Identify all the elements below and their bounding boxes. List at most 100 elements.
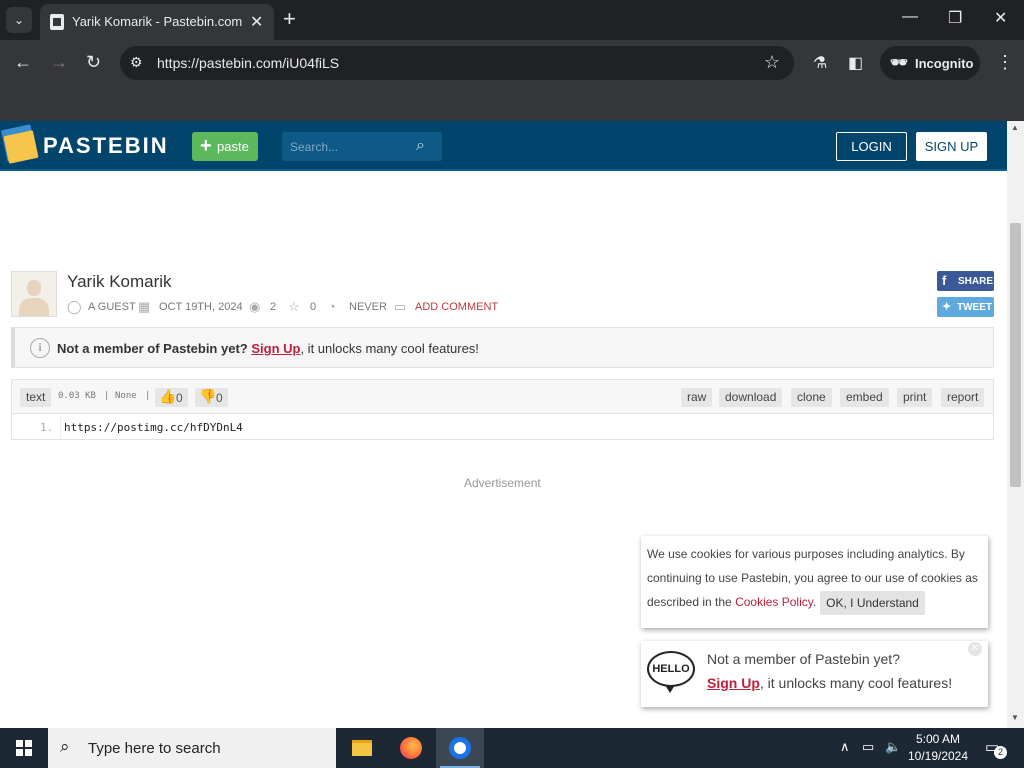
minimize-icon[interactable]: —: [902, 8, 918, 26]
taskbar-search[interactable]: ⌕ Type here to search: [48, 728, 336, 768]
folder-icon: [352, 740, 372, 756]
download-button[interactable]: download: [719, 388, 783, 407]
user-icon: ◯: [67, 299, 82, 314]
syntax-badge[interactable]: text: [20, 388, 52, 407]
tab-title: Yarik Komarik - Pastebin.com: [72, 14, 243, 29]
login-button[interactable]: LOGIN: [836, 132, 907, 161]
popup-signup-link[interactable]: Sign Up: [707, 675, 760, 691]
clone-button[interactable]: clone: [791, 388, 832, 407]
browser-toolbar: ← → ↻ ⚙ https://pastebin.com/iU04fiLS ☆ …: [0, 40, 1024, 86]
scroll-down-icon[interactable]: ▼: [1011, 713, 1019, 722]
expiry: NEVER: [349, 301, 387, 313]
code-text[interactable]: https://postimg.cc/hfDYDnL4: [64, 421, 243, 434]
info-icon: i: [30, 338, 50, 358]
code-line: 1. https://postimg.cc/hfDYDnL4: [12, 415, 993, 439]
notification-badge: 2: [994, 746, 1007, 759]
bookmark-star-icon[interactable]: ☆: [764, 52, 780, 73]
windows-start-icon[interactable]: [16, 740, 32, 756]
code-toolbar: text 0.03 KB | None | 👍 0 👎 0 raw downlo…: [12, 380, 993, 414]
paste-title: Yarik Komarik: [67, 272, 172, 291]
pastebin-favicon-icon: [50, 14, 64, 30]
print-button[interactable]: print: [897, 388, 933, 407]
add-comment-link[interactable]: ADD COMMENT: [415, 301, 498, 313]
member-notice: i Not a member of Pastebin yet? Sign Up,…: [11, 327, 994, 368]
file-explorer-button[interactable]: [338, 728, 386, 768]
new-tab-button[interactable]: +: [283, 7, 296, 31]
thumbs-down-icon: 👎: [199, 388, 217, 404]
twitter-bird-icon: ✦: [942, 301, 952, 313]
notice-bold: Not a member of Pastebin yet?: [57, 341, 248, 356]
browser-tab-bar: ⌄ Yarik Komarik - Pastebin.com ✕ + — ❐ ✕: [0, 0, 1024, 40]
search-icon[interactable]: ⌕: [416, 137, 425, 155]
back-icon[interactable]: ←: [14, 52, 32, 73]
pastebin-logo-icon[interactable]: [1, 124, 39, 165]
incognito-indicator[interactable]: 🕶 Incognito: [880, 46, 980, 80]
address-bar[interactable]: ⚙ https://pastebin.com/iU04fiLS ☆: [120, 46, 794, 80]
system-clock[interactable]: 5:00 AM 10/19/2024: [905, 731, 971, 765]
search-icon: ⌕: [60, 737, 70, 756]
browser-tab[interactable]: Yarik Komarik - Pastebin.com ✕: [40, 4, 274, 40]
code-box: text 0.03 KB | None | 👍 0 👎 0 raw downlo…: [11, 379, 994, 440]
line-number: 1.: [40, 421, 54, 434]
avatar: [11, 271, 57, 317]
notice-signup-link[interactable]: Sign Up: [251, 341, 300, 356]
like-button[interactable]: 👍 0: [155, 388, 188, 407]
popup-close-icon[interactable]: ✕: [968, 642, 982, 656]
report-button[interactable]: report: [941, 388, 985, 407]
forward-icon[interactable]: →: [50, 52, 68, 73]
popup-line: Not a member of Pastebin yet?: [707, 651, 900, 667]
tray-chevron-icon[interactable]: ∧: [840, 739, 850, 755]
network-icon[interactable]: ▭: [862, 739, 874, 755]
notification-center-icon[interactable]: ▭ 2: [985, 738, 1007, 759]
author[interactable]: A GUEST: [88, 301, 136, 313]
calendar-icon: ▦: [138, 299, 151, 314]
windows-taskbar: ⌕ Type here to search ∧ ▭ 🔈 5:00 AM 10/1…: [0, 728, 1024, 768]
url-text[interactable]: https://pastebin.com/iU04fiLS: [157, 55, 339, 71]
facebook-share-button[interactable]: f SHARE: [937, 271, 994, 291]
comment-icon: ▭: [394, 299, 407, 314]
paste-date: OCT 19TH, 2024: [159, 301, 243, 313]
paste-size: 0.03 KB: [58, 391, 96, 401]
expiry-clock-icon: ◔: [328, 299, 336, 314]
side-panel-icon[interactable]: ◧: [848, 53, 863, 73]
scroll-up-icon[interactable]: ▲: [1011, 123, 1019, 132]
tab-close-icon[interactable]: ✕: [250, 12, 263, 32]
advertisement-label: Advertisement: [464, 476, 541, 490]
raw-button[interactable]: raw: [681, 388, 713, 407]
signup-popup: HELLO Not a member of Pastebin yet? Sign…: [641, 641, 988, 707]
browser-menu-icon[interactable]: ⋮: [996, 52, 1014, 73]
star-count: 0: [310, 301, 317, 313]
site-header: PASTEBIN + paste ⌕ LOGIN SIGN UP: [0, 121, 1007, 171]
twitter-tweet-button[interactable]: ✦ TWEET: [937, 297, 994, 317]
incognito-icon: 🕶: [890, 54, 908, 70]
reload-icon[interactable]: ↻: [86, 52, 101, 73]
labs-flask-icon[interactable]: ⚗: [813, 53, 827, 73]
plus-icon: +: [200, 135, 212, 157]
site-search: ⌕: [282, 132, 442, 161]
view-count: 2: [270, 301, 277, 313]
star-icon: ☆: [288, 299, 300, 314]
site-settings-icon[interactable]: ⚙: [130, 54, 143, 71]
restore-icon[interactable]: ❐: [948, 8, 962, 28]
embed-button[interactable]: embed: [840, 388, 889, 407]
cookie-accept-button[interactable]: OK, I Understand: [820, 591, 925, 615]
window-close-icon[interactable]: ✕: [994, 8, 1007, 28]
scrollbar-thumb[interactable]: [1010, 223, 1021, 487]
facebook-icon: f: [942, 273, 947, 288]
chrome-button[interactable]: [436, 728, 484, 768]
signup-button[interactable]: SIGN UP: [916, 132, 987, 161]
cookies-policy-link[interactable]: Cookies Policy: [735, 595, 813, 609]
firefox-button[interactable]: [387, 728, 435, 768]
page-scrollbar[interactable]: ▲ ▼: [1007, 121, 1024, 728]
dislike-button[interactable]: 👎 0: [195, 388, 228, 407]
clock-time: 5:00 AM: [915, 732, 961, 746]
search-input[interactable]: [282, 132, 412, 161]
site-name[interactable]: PASTEBIN: [43, 133, 169, 159]
bookmark-bar: [0, 86, 1024, 121]
volume-muted-icon[interactable]: 🔈: [885, 739, 901, 755]
separator: |: [145, 391, 151, 401]
chrome-icon: [449, 737, 471, 759]
tab-search-button[interactable]: ⌄: [6, 7, 32, 33]
views-eye-icon: ◉: [249, 299, 261, 314]
new-paste-button[interactable]: + paste: [192, 132, 258, 161]
